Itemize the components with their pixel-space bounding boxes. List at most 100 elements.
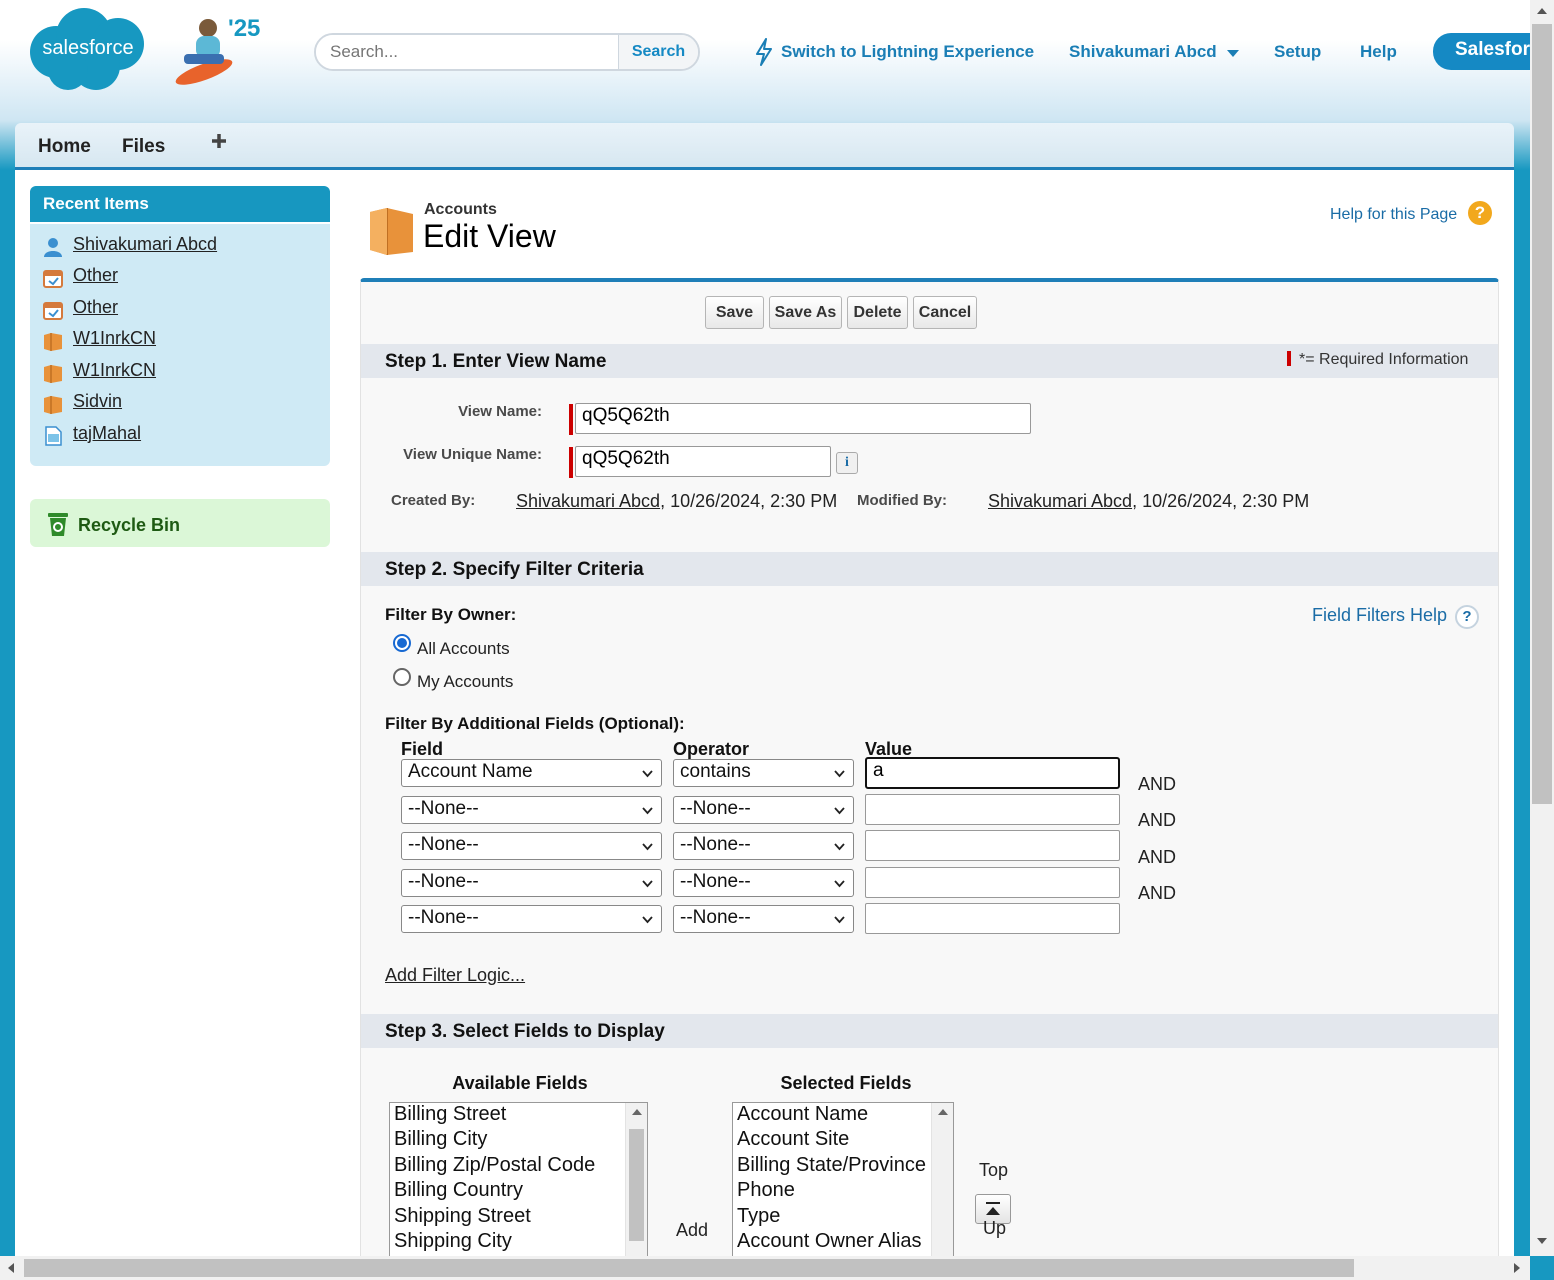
filter-field-value: --None-- (408, 798, 479, 819)
account-folder-icon (44, 333, 62, 351)
field-filters-help-link[interactable]: Field Filters Help (1312, 605, 1447, 626)
filter-operator-value: --None-- (680, 871, 751, 892)
save-as-button[interactable]: Save As (769, 296, 842, 329)
release-badge: '25 (228, 15, 260, 42)
setup-link[interactable]: Setup (1274, 42, 1321, 62)
scroll-up-arrow-icon[interactable] (632, 1109, 642, 1115)
add-filter-logic-link[interactable]: Add Filter Logic... (385, 965, 525, 986)
field-column-header: Field (401, 739, 444, 759)
recent-item-link[interactable]: tajMahal (73, 423, 141, 444)
list-item[interactable]: Billing City (394, 1128, 487, 1151)
all-accounts-label[interactable]: All Accounts (417, 639, 510, 659)
my-accounts-radio[interactable] (393, 668, 411, 686)
filter-field-value: --None-- (408, 871, 479, 892)
recent-item-link[interactable]: Other (73, 265, 118, 286)
user-icon (44, 238, 62, 257)
salesforce-app-button[interactable]: Salesforce (1433, 33, 1543, 70)
filter-by-owner-label: Filter By Owner: (385, 605, 517, 624)
delete-button[interactable]: Delete (847, 296, 908, 329)
help-for-this-page-link[interactable]: Help for this Page (1330, 206, 1457, 224)
switch-to-lightning-link[interactable]: Switch to Lightning Experience (781, 42, 1034, 62)
search-button[interactable]: Search (618, 35, 698, 69)
list-item[interactable]: Shipping City (394, 1230, 512, 1253)
list-item[interactable]: Shipping Street (394, 1205, 531, 1228)
list-item[interactable]: Billing Street (394, 1103, 506, 1126)
page-horizontal-scrollbar[interactable] (0, 1256, 1530, 1280)
list-item[interactable]: Account Site (737, 1128, 849, 1151)
filter-operator-value: contains (680, 761, 751, 782)
filter-value-input[interactable] (865, 830, 1120, 861)
filter-field-select[interactable]: --None-- (401, 796, 662, 824)
scroll-down-arrow-icon[interactable] (1537, 1238, 1547, 1244)
scrollbar-thumb[interactable] (24, 1259, 1354, 1277)
help-link[interactable]: Help (1360, 42, 1397, 62)
all-accounts-radio[interactable] (393, 634, 411, 652)
info-icon[interactable]: i (836, 452, 858, 474)
filter-value-input[interactable] (865, 794, 1120, 825)
recent-item-link[interactable]: Sidvin (73, 391, 122, 412)
scroll-left-arrow-icon[interactable] (8, 1263, 14, 1273)
available-fields-list[interactable]: Billing Street Billing City Billing Zip/… (389, 1102, 648, 1262)
tab-files[interactable]: Files (122, 136, 165, 158)
list-item[interactable]: Billing State/Province (737, 1154, 926, 1177)
chevron-down-icon[interactable] (1227, 50, 1239, 57)
view-name-input[interactable]: qQ5Q62th (575, 403, 1031, 434)
list-item[interactable]: Type (737, 1205, 780, 1228)
filter-value-input[interactable] (865, 867, 1120, 898)
recycle-bin-label[interactable]: Recycle Bin (78, 515, 180, 536)
list-scrollbar[interactable] (931, 1103, 953, 1261)
search-input[interactable] (316, 35, 618, 69)
filter-field-select[interactable]: Account Name (401, 759, 662, 787)
filter-operator-select[interactable]: --None-- (673, 905, 854, 933)
calendar-icon (43, 302, 63, 320)
help-question-icon[interactable]: ? (1468, 201, 1492, 225)
list-item[interactable]: Billing Zip/Postal Code (394, 1154, 595, 1177)
view-unique-name-label: View Unique Name: (403, 446, 542, 463)
step3-header: Step 3. Select Fields to Display (361, 1014, 1498, 1048)
filter-value-input[interactable] (865, 903, 1120, 934)
scroll-up-arrow-icon[interactable] (1537, 8, 1547, 14)
tab-home[interactable]: Home (38, 136, 91, 158)
list-item[interactable]: Billing Country (394, 1179, 523, 1202)
filter-operator-select[interactable]: --None-- (673, 796, 854, 824)
filter-field-select[interactable]: --None-- (401, 832, 662, 860)
recent-item-link[interactable]: Shivakumari Abcd (73, 234, 217, 255)
plus-icon[interactable] (211, 133, 227, 149)
filter-operator-select[interactable]: --None-- (673, 832, 854, 860)
salesforce-logo[interactable]: salesforce (26, 6, 150, 92)
scroll-up-arrow-icon[interactable] (938, 1109, 948, 1115)
recent-item-link[interactable]: W1InrkCN (73, 328, 156, 349)
filter-field-select[interactable]: --None-- (401, 905, 662, 933)
selected-fields-list[interactable]: Account Name Account Site Billing State/… (732, 1102, 954, 1262)
and-label: AND (1138, 847, 1177, 867)
chevron-down-icon (834, 807, 845, 815)
cancel-button[interactable]: Cancel (913, 296, 977, 329)
scrollbar-thumb[interactable] (629, 1129, 644, 1241)
filter-operator-select[interactable]: --None-- (673, 869, 854, 897)
save-button[interactable]: Save (705, 296, 764, 329)
user-menu[interactable]: Shivakumari Abcd (1069, 42, 1217, 62)
list-item[interactable]: Account Name (737, 1103, 868, 1126)
view-unique-name-input[interactable]: qQ5Q62th (575, 446, 831, 477)
modified-by-user-link[interactable]: Shivakumari Abcd (988, 491, 1132, 511)
created-by-user-link[interactable]: Shivakumari Abcd (516, 491, 660, 511)
list-item[interactable]: Phone (737, 1179, 795, 1202)
my-accounts-label[interactable]: My Accounts (417, 672, 513, 692)
recent-item-link[interactable]: Other (73, 297, 118, 318)
help-question-icon[interactable]: ? (1455, 605, 1479, 629)
filter-operator-value: --None-- (680, 798, 751, 819)
chevron-down-icon (834, 880, 845, 888)
list-item[interactable]: Account Owner Alias (737, 1230, 922, 1253)
page-vertical-scrollbar[interactable] (1530, 0, 1554, 1256)
filter-value-input[interactable]: a (865, 757, 1120, 789)
edit-view-panel: Save Save As Delete Cancel Step 1. Enter… (360, 278, 1499, 1262)
scrollbar-thumb[interactable] (1532, 24, 1552, 804)
recycle-bin[interactable]: Recycle Bin (30, 499, 330, 547)
selected-fields-label: Selected Fields (780, 1073, 912, 1093)
filter-field-select[interactable]: --None-- (401, 869, 662, 897)
chevron-down-icon (642, 843, 653, 851)
filter-operator-select[interactable]: contains (673, 759, 854, 787)
recent-item-link[interactable]: W1InrkCN (73, 360, 156, 381)
scroll-right-arrow-icon[interactable] (1514, 1263, 1520, 1273)
list-scrollbar[interactable] (625, 1103, 647, 1261)
